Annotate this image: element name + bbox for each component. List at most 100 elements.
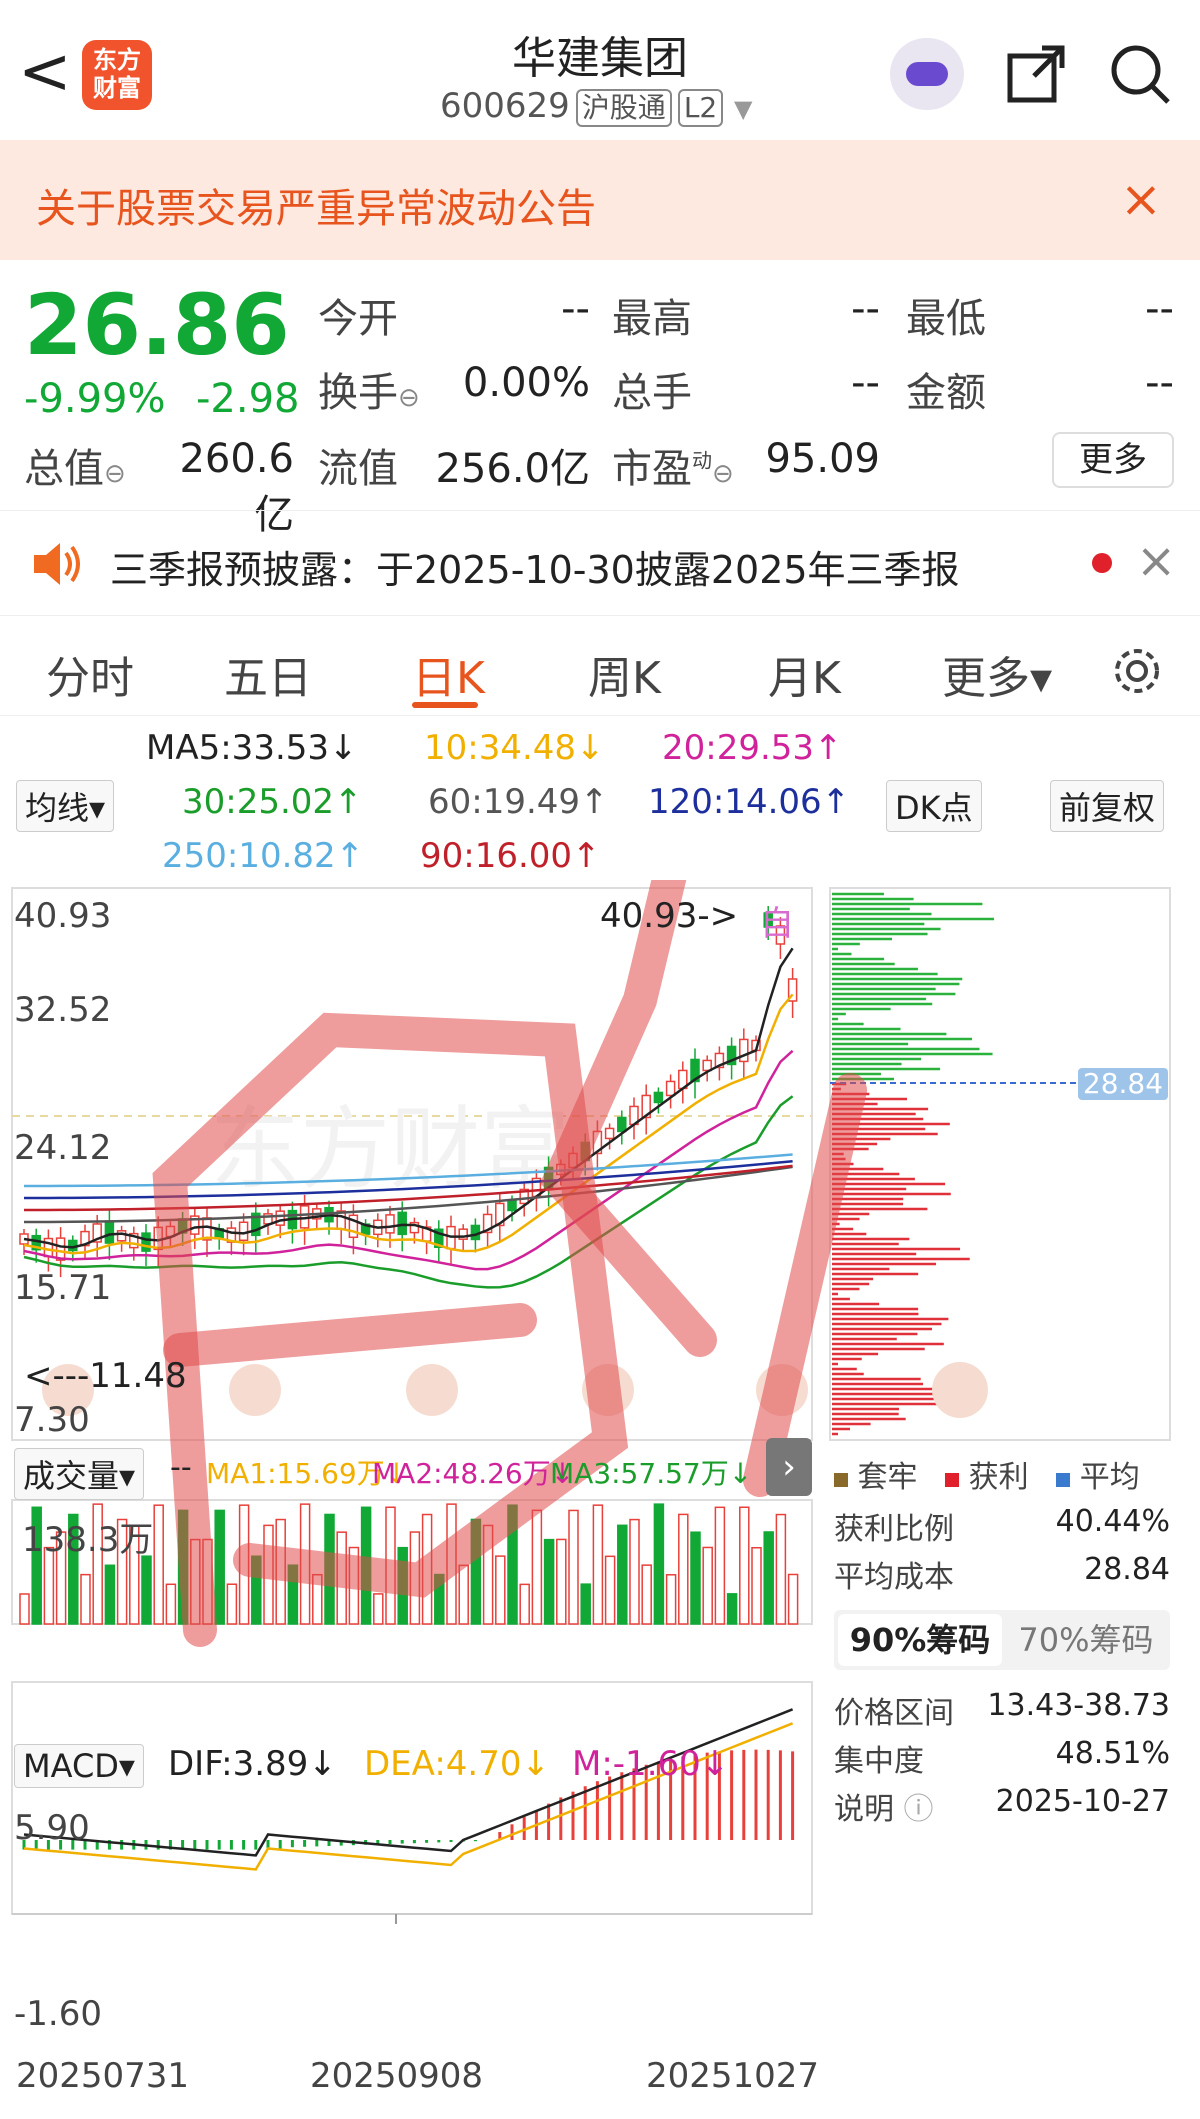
volume-bar xyxy=(142,1556,151,1624)
volume-bar xyxy=(606,1556,615,1624)
profit-ratio-label: 获利比例 xyxy=(834,1504,954,1548)
tab-5day[interactable]: 五日 xyxy=(224,642,312,706)
volume-selector[interactable]: 成交量▾ xyxy=(14,1448,144,1500)
candle-body xyxy=(142,1233,150,1251)
self-select-tag: 自 xyxy=(760,896,794,945)
macd-m: M:-1.60↓ xyxy=(572,1744,729,1784)
volume-bar xyxy=(569,1510,578,1624)
macd-dif: DIF:3.89↓ xyxy=(168,1744,337,1784)
concentration-label: 集中度 xyxy=(834,1736,924,1780)
y-label-3: 24.12 xyxy=(14,1128,111,1168)
more-button[interactable]: 更多 xyxy=(1052,432,1174,488)
tab-daily-k[interactable]: 日K xyxy=(412,642,485,706)
market-cap-label: 总值⊖ xyxy=(24,436,126,494)
avg-cost-value: 28.84 xyxy=(1000,1552,1170,1587)
volume-ma-dash: -- xyxy=(170,1450,192,1485)
candle-body xyxy=(276,1211,284,1225)
ma20-value: 20:29.53↑ xyxy=(662,728,843,768)
announcement-text: 三季报预披露：于2025-10-30披露2025年三季报 xyxy=(110,539,960,594)
tab-chip-70[interactable]: 70%筹码 xyxy=(1004,1614,1168,1666)
notice-text: 关于股票交易严重异常波动公告 xyxy=(36,176,596,234)
volume-ma3: MA3:57.57万↓ xyxy=(550,1452,752,1492)
period-tabs: 分时 五日 日K 周K 月K 更多▾ xyxy=(0,616,1200,716)
gear-icon[interactable] xyxy=(1110,644,1164,698)
ma-line xyxy=(24,948,793,1247)
candle-body xyxy=(386,1215,394,1233)
close-icon[interactable]: × xyxy=(1136,533,1176,589)
candle-body xyxy=(667,1081,675,1095)
dk-point-button[interactable]: DK点 xyxy=(886,780,982,832)
price-range-value: 13.43-38.73 xyxy=(960,1688,1170,1723)
volume-bar xyxy=(764,1532,773,1624)
candle-body xyxy=(618,1117,626,1131)
header: < 东方财富 华建集团 600629 沪股通 L2 ▼ xyxy=(0,0,1200,140)
notice-banner[interactable]: 关于股票交易严重异常波动公告 × xyxy=(0,140,1200,260)
volume-bar xyxy=(728,1594,737,1624)
low-label: 最低 xyxy=(906,286,986,344)
ma60-value: 60:19.49↑ xyxy=(428,782,609,822)
volume-bar xyxy=(752,1548,761,1624)
adjust-button[interactable]: 前复权 xyxy=(1050,780,1164,832)
y-label-2: 32.52 xyxy=(14,990,111,1030)
price-range-label: 价格区间 xyxy=(834,1688,954,1732)
volume-bar xyxy=(679,1514,688,1624)
volume-bar xyxy=(81,1575,90,1624)
macd-bottom-label: -1.60 xyxy=(14,1994,102,2034)
volume-bar xyxy=(105,1565,114,1624)
chip-tabs: 90%筹码 70%筹码 xyxy=(834,1610,1170,1670)
volume-bar xyxy=(715,1507,724,1624)
chip-price-text: 28.84 xyxy=(1083,1067,1163,1100)
stock-code-line: 600629 沪股通 L2 ▼ xyxy=(440,86,753,127)
volume-bar xyxy=(166,1584,175,1624)
tab-chip-90[interactable]: 90%筹码 xyxy=(838,1614,1002,1666)
volume-bar xyxy=(459,1565,468,1624)
candle-body xyxy=(398,1212,406,1234)
volume-bar xyxy=(654,1504,663,1624)
unread-dot xyxy=(1092,553,1112,573)
tab-weekly-k[interactable]: 周K xyxy=(588,642,661,706)
volume-bar xyxy=(545,1540,554,1624)
close-icon[interactable]: × xyxy=(1120,170,1162,228)
candle-body xyxy=(105,1221,113,1243)
candle-body xyxy=(606,1128,614,1138)
kline-chart-area[interactable]: 东方财富 28.84 xyxy=(0,880,1200,2119)
announcement-bar[interactable]: 三季报预披露：于2025-10-30披露2025年三季报 × xyxy=(0,510,1200,616)
volume-bar xyxy=(789,1574,798,1624)
volume-bar xyxy=(154,1505,163,1624)
tab-more[interactable]: 更多▾ xyxy=(942,642,1052,706)
avg-cost-label: 平均成本 xyxy=(834,1552,954,1596)
date-end: 20251027 xyxy=(646,2056,819,2096)
open-label: 今开 xyxy=(318,286,398,344)
volume-bar xyxy=(374,1594,383,1624)
pe-value: 95.09 xyxy=(760,436,880,482)
collapse-panel-button[interactable]: › xyxy=(766,1438,812,1496)
y-label-4: 15.71 xyxy=(14,1268,111,1308)
ma-selector[interactable]: 均线▾ xyxy=(16,780,114,832)
candle-body xyxy=(508,1200,516,1210)
note-label[interactable]: 说明 ⓘ xyxy=(834,1784,934,1828)
share-icon[interactable] xyxy=(1004,42,1068,106)
volume-ma2: MA2:48.26万↓ xyxy=(372,1452,574,1492)
volume-bar xyxy=(581,1584,590,1624)
tab-monthly-k[interactable]: 月K xyxy=(768,642,841,706)
macd-dea: DEA:4.70↓ xyxy=(364,1744,550,1784)
amount-label: 金额 xyxy=(906,360,986,418)
chevron-down-icon[interactable]: ▼ xyxy=(734,95,752,123)
macd-selector[interactable]: MACD▾ xyxy=(14,1744,144,1788)
amount-value: -- xyxy=(1054,360,1174,406)
candle-body xyxy=(240,1222,248,1240)
assistant-robot-icon[interactable] xyxy=(890,38,964,110)
ma90-value: 90:16.00↑ xyxy=(420,836,601,876)
ma5-value: MA5:33.53↓ xyxy=(146,728,358,768)
search-icon[interactable] xyxy=(1108,42,1172,106)
ma250-value: 250:10.82↑ xyxy=(162,836,364,876)
tab-intraday[interactable]: 分时 xyxy=(46,642,134,706)
change-percent: -9.99% xyxy=(24,376,166,422)
ma120-value: 120:14.06↑ xyxy=(648,782,850,822)
chip-legend: 套牢 获利 平均 xyxy=(834,1452,1140,1496)
quote-panel: 26.86 -9.99% -2.98 今开 -- 最高 -- 最低 -- 换手⊖… xyxy=(0,260,1200,510)
profit-ratio-value: 40.44% xyxy=(1000,1504,1170,1539)
active-tab-indicator xyxy=(412,702,478,708)
hk-connect-tag: 沪股通 xyxy=(576,89,672,127)
date-mid: 20250908 xyxy=(310,2056,483,2096)
